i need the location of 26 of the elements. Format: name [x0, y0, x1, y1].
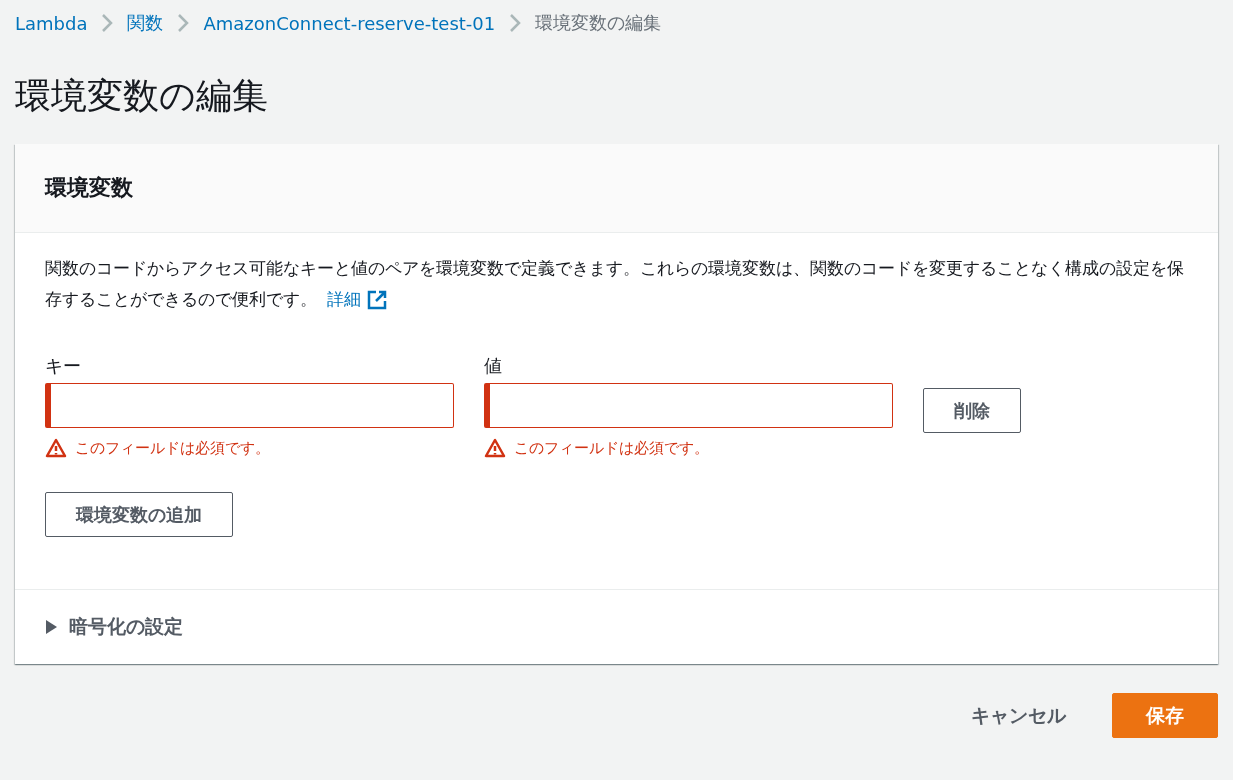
- page-title: 環境変数の編集: [15, 74, 269, 118]
- chevron-right-icon: [101, 13, 114, 33]
- panel-title: 環境変数: [45, 174, 133, 202]
- add-variable-button[interactable]: 環境変数の追加: [45, 492, 233, 537]
- warning-icon: [45, 438, 67, 458]
- current-page-label: 環境変数の編集: [535, 11, 662, 35]
- chevron-right-icon: [177, 13, 190, 33]
- save-button[interactable]: 保存: [1112, 693, 1218, 738]
- caret-right-icon: [45, 620, 57, 634]
- breadcrumb-link[interactable]: 関数: [127, 11, 164, 35]
- learn-more-link[interactable]: 詳細: [327, 284, 387, 315]
- breadcrumb-link[interactable]: AmazonConnect-reserve-test-01: [203, 12, 496, 34]
- external-link-icon: [367, 289, 387, 310]
- chevron-right-icon: [509, 13, 522, 33]
- breadcrumb-link[interactable]: Lambda: [15, 12, 88, 34]
- error-message: このフィールドは必須です。: [514, 438, 709, 458]
- field-label: 値: [484, 354, 503, 378]
- error-message: このフィールドは必須です。: [75, 438, 270, 458]
- cancel-button[interactable]: キャンセル: [955, 693, 1082, 738]
- field-label: キー: [45, 354, 82, 378]
- description-text: 関数のコードからアクセス可能なキーと値のペアを環境変数で定義できます。これらの環境変数は、関数のコードを変更することなく構成の設定を保存することができるので便利です。 詳細: [45, 253, 1188, 315]
- warning-icon: [484, 438, 506, 458]
- text-field[interactable]: [45, 383, 454, 428]
- text-field[interactable]: [484, 383, 893, 428]
- remove-button[interactable]: 削除: [923, 388, 1021, 433]
- encryption-expander[interactable]: 暗号化の設定: [15, 590, 213, 664]
